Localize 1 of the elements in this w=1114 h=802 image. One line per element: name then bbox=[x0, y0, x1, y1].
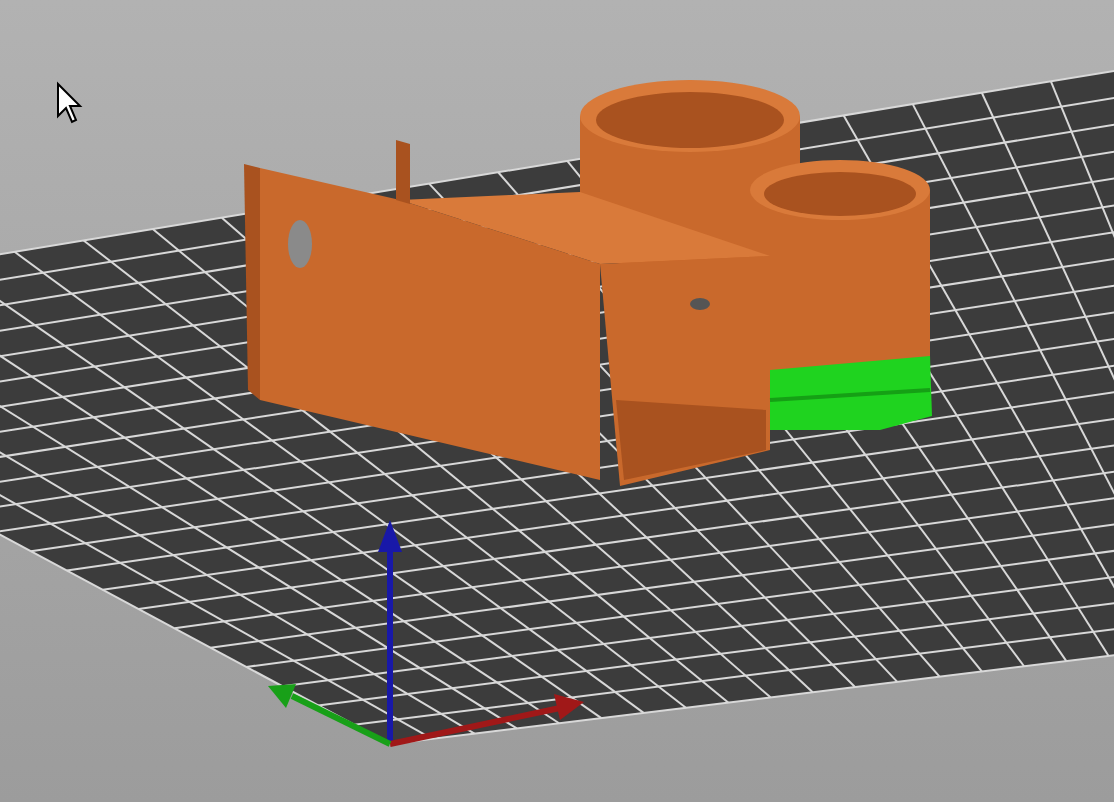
y-axis-arrow bbox=[268, 684, 392, 747]
